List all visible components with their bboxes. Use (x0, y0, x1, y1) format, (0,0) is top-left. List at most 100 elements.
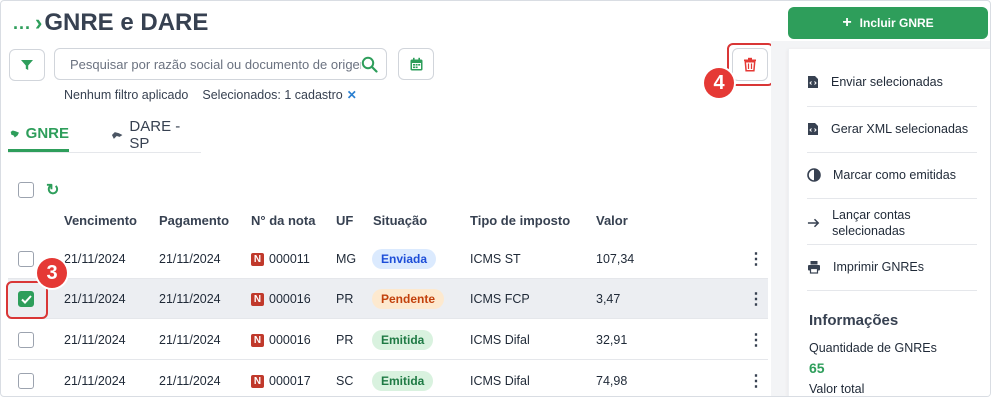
row-checkbox[interactable] (18, 373, 34, 389)
cell-valor: 74,98 (596, 374, 628, 388)
row-checkbox[interactable] (18, 332, 34, 348)
tab-gnre-label: GNRE (25, 125, 69, 142)
menu-label: Marcar como emitidas (833, 168, 956, 182)
info-title: Informações (809, 312, 899, 329)
file-code-icon (808, 123, 818, 135)
column-header-tipo[interactable]: Tipo de imposto (470, 213, 570, 228)
divider (807, 244, 977, 245)
cell-vencimento: 21/11/2024 (64, 252, 126, 266)
menu-lancar-contas[interactable]: Lançar contas selecionadas (807, 207, 977, 239)
file-code-icon (808, 76, 818, 88)
row-menu-icon[interactable]: ⋮ (748, 371, 764, 391)
divider (807, 290, 977, 291)
row-checkbox[interactable] (18, 251, 34, 267)
cell-tipo: ICMS Difal (470, 333, 530, 347)
table-row[interactable]: 21/11/2024 21/11/2024 N 000011 MG Enviada… (8, 239, 768, 279)
nota-number: 000011 (269, 252, 310, 266)
cell-nota: N 000016 (251, 292, 311, 306)
nfe-icon: N (251, 252, 264, 266)
cell-tipo: ICMS ST (470, 252, 521, 266)
divider (807, 106, 977, 107)
checkbox-highlight (6, 281, 48, 319)
nfe-icon: N (251, 374, 264, 388)
column-header-situacao[interactable]: Situação (373, 213, 427, 228)
filter-icon (21, 60, 33, 70)
table-row[interactable]: 21/11/2024 21/11/2024 N 000016 PR Emitida… (8, 320, 768, 360)
menu-label: Enviar selecionadas (831, 75, 943, 89)
row-menu-icon[interactable]: ⋮ (748, 289, 764, 309)
tab-gnre[interactable]: GNRE (8, 118, 69, 152)
cell-pagamento: 21/11/2024 (159, 252, 221, 266)
half-circle-icon (807, 168, 821, 182)
printer-icon (808, 261, 820, 274)
total-label: Valor total (809, 382, 865, 396)
filter-status-text: Nenhum filtro aplicado (64, 88, 189, 102)
menu-gerar-xml[interactable]: Gerar XML selecionadas (807, 122, 977, 136)
sp-map-icon (111, 131, 123, 139)
selection-count-text: Selecionados: 1 cadastro (202, 88, 343, 102)
date-filter-button[interactable] (398, 48, 434, 80)
column-header-valor[interactable]: Valor (596, 213, 628, 228)
tab-dare-sp[interactable]: DARE - SP (109, 118, 201, 152)
column-header-uf[interactable]: UF (336, 213, 353, 228)
cell-valor: 107,34 (596, 252, 635, 266)
refresh-icon[interactable]: ↻ (46, 180, 59, 200)
qty-label: Quantidade de GNREs (809, 341, 937, 355)
cell-uf: SC (336, 374, 354, 388)
cell-tipo: ICMS Difal (470, 374, 530, 388)
page-title: GNRE e DARE (44, 9, 209, 36)
cell-vencimento: 21/11/2024 (64, 292, 126, 306)
tab-dare-sp-label: DARE - SP (129, 118, 181, 152)
page-header: ... › GNRE e DARE (13, 9, 208, 37)
search-field[interactable] (54, 48, 387, 80)
brazil-map-icon (10, 130, 19, 137)
select-all-checkbox[interactable] (18, 182, 34, 198)
delete-highlight (727, 43, 774, 86)
row-menu-icon[interactable]: ⋮ (748, 249, 764, 269)
cell-uf: PR (336, 333, 354, 347)
filter-button[interactable] (9, 49, 45, 81)
cell-valor: 3,47 (596, 292, 621, 306)
calendar-icon (410, 57, 422, 70)
plus-icon: + (842, 14, 852, 31)
chevron-right-icon: › (35, 10, 43, 35)
tab-bar: GNRE DARE - SP (8, 118, 201, 153)
table-row[interactable]: 21/11/2024 21/11/2024 N 000017 SC Emitida… (8, 361, 768, 396)
menu-marcar-emitidas[interactable]: Marcar como emitidas (807, 168, 977, 182)
cell-pagamento: 21/11/2024 (159, 292, 221, 306)
divider (807, 152, 977, 153)
nota-number: 000016 (269, 333, 311, 347)
add-gnre-label: Incluir GNRE (859, 16, 934, 30)
nota-number: 000017 (269, 374, 311, 388)
menu-enviar-selecionadas[interactable]: Enviar selecionadas (807, 75, 977, 89)
arrow-right-icon (807, 218, 820, 228)
menu-label: Imprimir GNREs (833, 260, 924, 274)
breadcrumb[interactable]: ... (13, 13, 31, 34)
row-menu-icon[interactable]: ⋮ (748, 330, 764, 350)
search-icon[interactable] (361, 56, 378, 73)
menu-imprimir[interactable]: Imprimir GNREs (807, 260, 977, 274)
nota-number: 000016 (269, 292, 311, 306)
cell-pagamento: 21/11/2024 (159, 333, 221, 347)
step-badge-3: 3 (37, 258, 67, 288)
divider (807, 198, 977, 199)
column-header-nota[interactable]: N° da nota (251, 213, 315, 228)
clear-selection-icon[interactable]: ✕ (347, 88, 357, 102)
nfe-icon: N (251, 333, 264, 347)
status-badge: Pendente (372, 289, 445, 309)
column-header-pagamento[interactable]: Pagamento (159, 213, 229, 228)
menu-label: Gerar XML selecionadas (831, 122, 969, 136)
search-input[interactable] (70, 56, 361, 72)
status-badge: Emitida (372, 330, 434, 350)
cell-uf: MG (336, 252, 357, 266)
cell-valor: 32,91 (596, 333, 628, 347)
app-frame: ... › GNRE e DARE Nenhum filtro aplicado… (0, 0, 991, 397)
table-row[interactable]: 21/11/2024 21/11/2024 N 000016 PR Pendent… (8, 279, 768, 319)
cell-nota: N 000016 (251, 333, 311, 347)
add-gnre-button[interactable]: + Incluir GNRE (788, 7, 988, 39)
column-header-vencimento[interactable]: Vencimento (64, 213, 137, 228)
cell-pagamento: 21/11/2024 (159, 374, 221, 388)
cell-vencimento: 21/11/2024 (64, 333, 126, 347)
nfe-icon: N (251, 292, 264, 306)
status-badge: Enviada (372, 249, 437, 269)
